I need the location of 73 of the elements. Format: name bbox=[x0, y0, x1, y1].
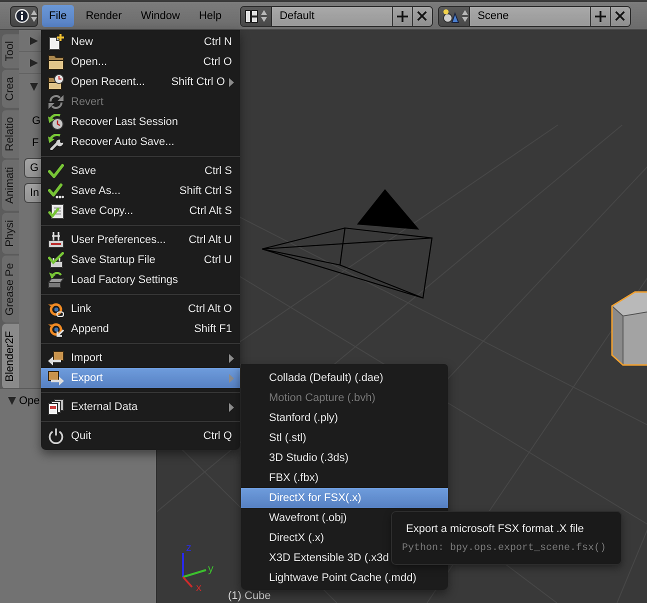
keyboard-shortcut: Ctrl Alt S bbox=[189, 205, 232, 217]
file-stack-icon bbox=[48, 399, 64, 415]
menu-item[interactable]: Save Startup File Ctrl U bbox=[41, 250, 240, 270]
axis-label: z bbox=[186, 542, 192, 554]
triangle-icon[interactable] bbox=[30, 58, 38, 66]
keyboard-shortcut: Ctrl S bbox=[204, 165, 232, 177]
menu-item[interactable]: Import bbox=[41, 348, 240, 368]
folder-clock-icon bbox=[48, 74, 64, 90]
keyboard-shortcut: Ctrl U bbox=[204, 254, 232, 266]
plug-box-icon bbox=[48, 232, 64, 248]
menu-item[interactable]: Stanford (.ply) bbox=[241, 408, 448, 428]
menu-item[interactable]: New Ctrl N bbox=[41, 32, 240, 52]
axis-label: x bbox=[196, 582, 202, 594]
python-path-text: Python: bpy.ops.export_scene.fsx() bbox=[402, 543, 606, 555]
clock-arrow-icon bbox=[48, 114, 64, 130]
tooltip-text: Export a microsoft FSX format .X file bbox=[406, 523, 584, 536]
keyboard-shortcut: Ctrl N bbox=[204, 36, 232, 48]
field-label: G bbox=[32, 115, 41, 127]
keyboard-shortcut: Ctrl Q bbox=[203, 430, 232, 442]
menu-item[interactable]: Link Ctrl Alt O bbox=[41, 299, 240, 319]
editor-type-button[interactable] bbox=[10, 6, 38, 26]
menu-item[interactable]: Recover Auto Save... bbox=[41, 132, 240, 152]
logo-link-icon bbox=[48, 301, 64, 317]
check-icon bbox=[48, 163, 64, 179]
new-file-icon bbox=[48, 34, 64, 50]
menu-item[interactable]: User Preferences... Ctrl Alt U bbox=[41, 230, 240, 250]
menu-item[interactable]: Quit Ctrl Q bbox=[41, 426, 240, 446]
triangle-icon[interactable] bbox=[30, 83, 38, 91]
keyboard-shortcut: Shift Ctrl O bbox=[171, 76, 225, 88]
menu-item[interactable]: Recover Last Session bbox=[41, 112, 240, 132]
keyboard-shortcut: Ctrl O bbox=[203, 56, 232, 68]
panel-button[interactable]: In bbox=[24, 183, 42, 203]
menu-item[interactable]: Save Copy... Ctrl Alt S bbox=[41, 201, 240, 221]
up-down-arrows-icon bbox=[31, 10, 37, 22]
check-document-icon bbox=[48, 203, 64, 219]
check-dots-icon bbox=[48, 183, 64, 199]
triangle-icon[interactable] bbox=[8, 397, 16, 405]
power-icon bbox=[48, 428, 64, 444]
menu-button[interactable]: Window bbox=[134, 5, 187, 27]
menu-item[interactable]: 3D Studio (.3ds) bbox=[241, 448, 448, 468]
object-info-text: (1) Cube bbox=[228, 590, 271, 602]
menu-item[interactable]: External Data bbox=[41, 397, 240, 417]
panel-button[interactable]: G bbox=[24, 158, 42, 178]
keyboard-shortcut: Ctrl Alt U bbox=[188, 234, 232, 246]
triangle-icon[interactable] bbox=[30, 36, 38, 44]
menu-item[interactable]: Load Factory Settings bbox=[41, 270, 240, 290]
keyboard-shortcut: Shift Ctrl S bbox=[179, 185, 232, 197]
menu-item[interactable]: Collada (Default) (.dae) bbox=[241, 368, 448, 388]
export-icon bbox=[48, 370, 64, 386]
menu-item[interactable]: Lightwave Point Cache (.mdd) bbox=[241, 568, 448, 588]
menu-item[interactable]: Save As... Shift Ctrl S bbox=[41, 181, 240, 201]
panel-title: Ope bbox=[19, 395, 40, 407]
import-icon bbox=[48, 350, 64, 366]
menu-item[interactable]: Save Ctrl S bbox=[41, 161, 240, 181]
field-label: F bbox=[32, 137, 39, 149]
check-plug-icon bbox=[48, 252, 64, 268]
menu-button[interactable]: Help bbox=[192, 5, 229, 27]
menu-item[interactable]: FBX (.fbx) bbox=[241, 468, 448, 488]
folder-icon bbox=[48, 54, 64, 70]
panel-tab[interactable]: Blender2F bbox=[2, 324, 19, 388]
menu-button[interactable]: File bbox=[42, 5, 74, 27]
keyboard-shortcut: Shift F1 bbox=[194, 323, 232, 335]
menu-item[interactable]: Stl (.stl) bbox=[241, 428, 448, 448]
menu-item[interactable]: Open... Ctrl O bbox=[41, 52, 240, 72]
keyboard-shortcut: Ctrl Alt O bbox=[188, 303, 232, 315]
menu-button[interactable]: Render bbox=[78, 5, 129, 27]
menu-item[interactable]: Append Shift F1 bbox=[41, 319, 240, 339]
menu-item[interactable]: Open Recent... Shift Ctrl O bbox=[41, 72, 240, 92]
arrow-drive-icon bbox=[48, 272, 64, 288]
circular-arrows-icon bbox=[48, 94, 64, 110]
wrench-arrow-icon bbox=[48, 134, 64, 150]
info-icon bbox=[15, 9, 29, 23]
axis-label: y bbox=[208, 563, 214, 575]
